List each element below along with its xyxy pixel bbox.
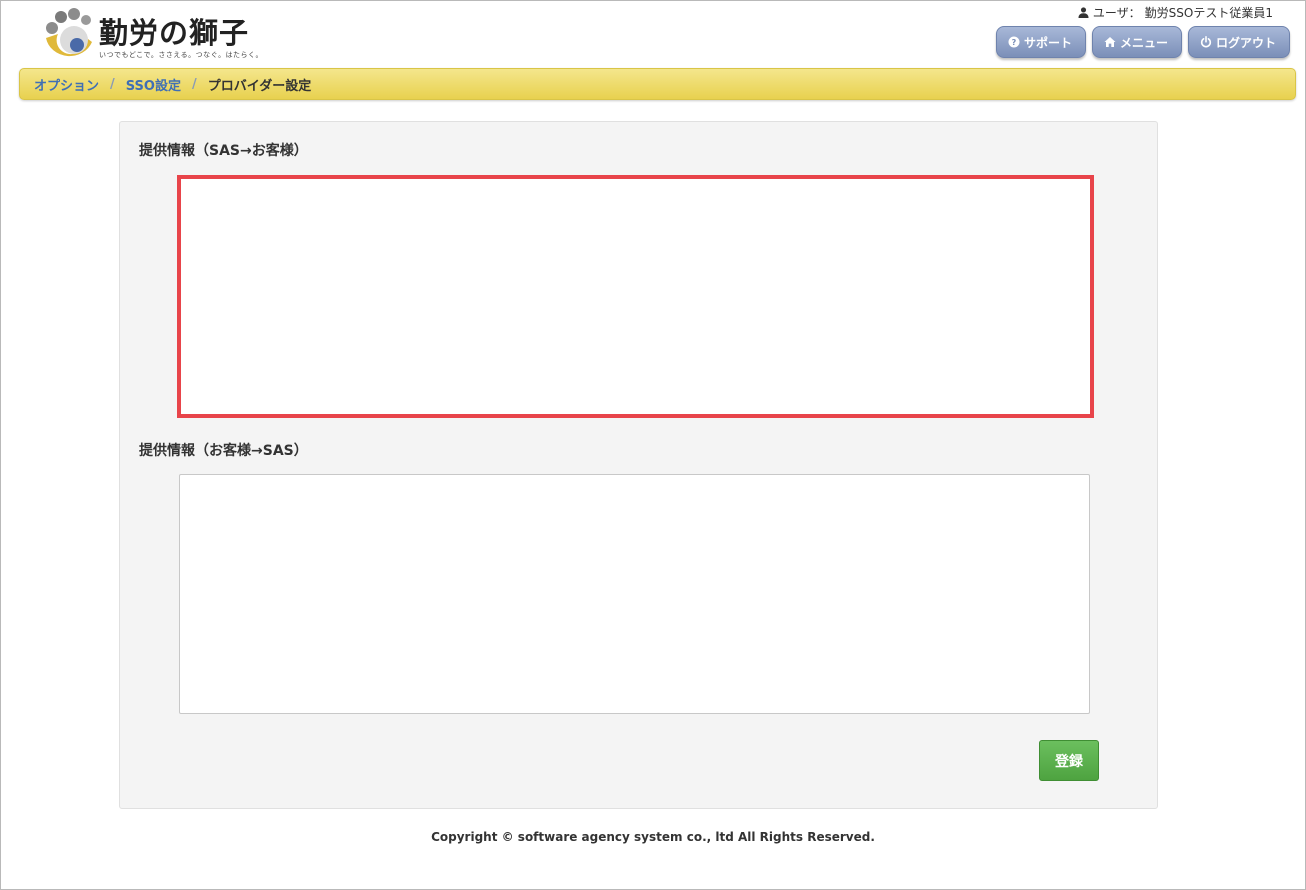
- app-logo[interactable]: 勤労の獅子 いつでもどこで。ささえる。つなぐ。はたらく。: [44, 8, 274, 64]
- breadcrumb-item-options[interactable]: オプション: [34, 75, 99, 94]
- home-icon: [1104, 37, 1116, 47]
- menu-button-label: メニュー: [1120, 35, 1169, 50]
- footer-copyright: Copyright © software agency system co., …: [431, 830, 875, 844]
- logo-tagline: いつでもどこで。ささえる。つなぐ。はたらく。: [99, 51, 264, 59]
- section-label-customer-to-sas: 提供情報（お客様→SAS）: [139, 443, 308, 459]
- provided-info-sas-to-customer-box[interactable]: [177, 175, 1094, 418]
- section-label-sas-to-customer: 提供情報（SAS→お客様）: [139, 143, 308, 159]
- breadcrumb-item-sso-settings[interactable]: SSO設定: [126, 75, 181, 94]
- power-icon: [1200, 36, 1212, 48]
- header-nav: ? サポート メニュー ログアウト: [996, 26, 1290, 58]
- register-button[interactable]: 登録: [1039, 740, 1099, 781]
- provider-settings-panel: 提供情報（SAS→お客様） 提供情報（お客様→SAS） 登録: [119, 121, 1158, 809]
- user-name: 勤労SSOテスト従業員1: [1144, 6, 1273, 20]
- logo-title: 勤労の獅子: [99, 16, 250, 50]
- user-info: ユーザ： 勤労SSOテスト従業員1: [1078, 4, 1273, 21]
- svg-text:?: ?: [1012, 38, 1017, 47]
- support-button-label: サポート: [1024, 35, 1073, 50]
- logout-button-label: ログアウト: [1216, 35, 1277, 50]
- lion-paw-logo-icon: [46, 8, 92, 57]
- breadcrumb-separator: /: [191, 76, 197, 92]
- question-circle-icon: ?: [1008, 36, 1020, 48]
- logout-button[interactable]: ログアウト: [1188, 26, 1290, 58]
- menu-button[interactable]: メニュー: [1092, 26, 1182, 58]
- user-icon: [1078, 7, 1089, 18]
- breadcrumb-item-provider-settings: プロバイダー設定: [207, 78, 312, 94]
- user-label: ユーザ：: [1092, 6, 1141, 20]
- provided-info-customer-to-sas-box[interactable]: [179, 474, 1090, 714]
- breadcrumb: オプション / SSO設定 / プロバイダー設定: [19, 68, 1296, 100]
- breadcrumb-separator: /: [110, 76, 115, 92]
- support-button[interactable]: ? サポート: [996, 26, 1086, 58]
